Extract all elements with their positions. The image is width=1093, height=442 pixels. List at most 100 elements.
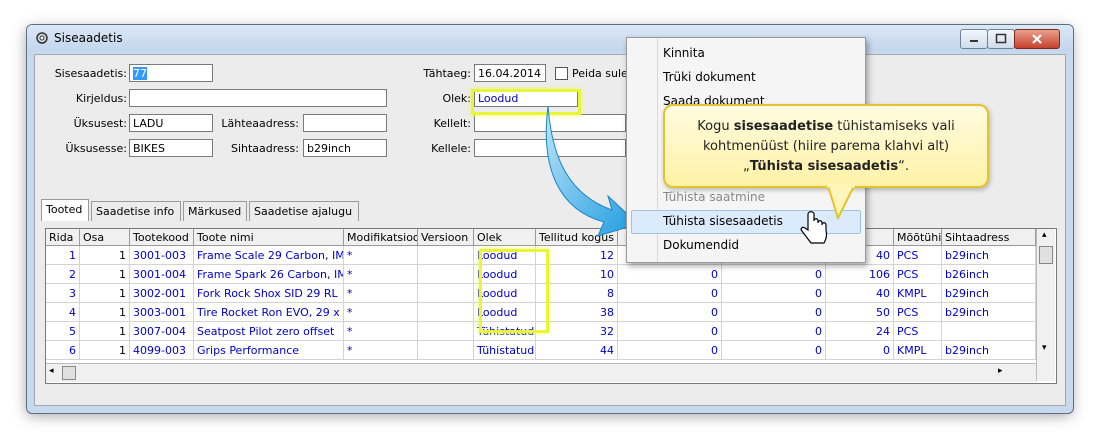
grid-cell[interactable]: Frame Scale 29 Carbon, IMI: [194, 246, 344, 265]
grid-cell[interactable]: [942, 322, 1036, 341]
grid-cell[interactable]: 3003-001: [130, 303, 194, 322]
grid-cell[interactable]: [418, 284, 474, 303]
grid-cell[interactable]: *: [344, 341, 418, 360]
grid-cell[interactable]: [418, 246, 474, 265]
scroll-right-icon[interactable]: ▸: [998, 366, 1003, 376]
uksusesse-field[interactable]: BIKES: [129, 139, 213, 157]
menu-item-kinnita[interactable]: Kinnita: [663, 46, 705, 60]
grid-cell[interactable]: *: [344, 246, 418, 265]
grid-cell[interactable]: 0: [722, 284, 826, 303]
scroll-left-icon[interactable]: ◂: [49, 366, 54, 376]
grid-cell[interactable]: 40: [826, 284, 894, 303]
grid-cell[interactable]: Frame Spark 26 Carbon, IM: [194, 265, 344, 284]
grid-cell[interactable]: Grips Performance: [194, 341, 344, 360]
siseaadetis-field[interactable]: 77: [129, 64, 213, 82]
maximize-button[interactable]: [987, 29, 1015, 49]
grid-cell[interactable]: 3001-003: [130, 246, 194, 265]
grid-cell[interactable]: b29inch: [942, 246, 1036, 265]
grid-cell[interactable]: 24: [826, 322, 894, 341]
tab-saadetise-ajalugu[interactable]: Saadetise ajalugu: [249, 201, 359, 221]
grid-cell[interactable]: 1: [46, 246, 80, 265]
grid-cell[interactable]: 1: [80, 322, 130, 341]
scroll-up-icon[interactable]: ▴: [1042, 230, 1047, 240]
grid-cell[interactable]: 3: [46, 284, 80, 303]
tab-markused[interactable]: Märkused: [183, 201, 247, 221]
grid-header-cell[interactable]: Rida: [46, 229, 80, 246]
grid-cell[interactable]: KMPL: [894, 284, 942, 303]
menu-item-tuhista-sisesaadetis[interactable]: Tühista sisesaadetis: [663, 214, 783, 228]
peida-checkbox[interactable]: [555, 67, 568, 80]
grid-cell[interactable]: PCS: [894, 265, 942, 284]
grid-cell[interactable]: 1: [80, 265, 130, 284]
grid-cell[interactable]: [418, 341, 474, 360]
grid-cell[interactable]: *: [344, 303, 418, 322]
grid-cell[interactable]: 3002-001: [130, 284, 194, 303]
v-scroll-thumb[interactable]: [1039, 246, 1053, 264]
grid-cell[interactable]: PCS: [894, 303, 942, 322]
grid-cell[interactable]: b29inch: [942, 284, 1036, 303]
grid-cell[interactable]: 0: [722, 322, 826, 341]
grid-cell[interactable]: 0: [722, 303, 826, 322]
lahteaadress-field[interactable]: [303, 114, 387, 132]
grid-cell[interactable]: [418, 303, 474, 322]
grid-cell[interactable]: KMPL: [894, 341, 942, 360]
grid-cell[interactable]: 1: [80, 246, 130, 265]
uksusest-field[interactable]: LADU: [129, 114, 213, 132]
grid-cell[interactable]: b26inch: [942, 265, 1036, 284]
grid-cell[interactable]: 50: [826, 303, 894, 322]
close-button[interactable]: [1014, 29, 1060, 49]
grid-cell[interactable]: 1: [80, 303, 130, 322]
menu-item-dokumendid[interactable]: Dokumendid: [663, 238, 739, 252]
grid-cell[interactable]: 106: [826, 265, 894, 284]
kirjeldus-field[interactable]: [129, 89, 387, 107]
grid-header-cell[interactable]: Tootekood: [130, 229, 194, 246]
grid-cell[interactable]: 1: [80, 341, 130, 360]
grid-cell[interactable]: *: [344, 265, 418, 284]
tab-tooted[interactable]: Tooted: [41, 199, 89, 221]
grid-header-cell[interactable]: Mõõtühik: [894, 229, 942, 246]
grid-cell[interactable]: 5: [46, 322, 80, 341]
grid-cell[interactable]: 0: [722, 265, 826, 284]
grid-header-cell[interactable]: Olek: [474, 229, 536, 246]
grid-cell[interactable]: Fork Rock Shox SID 29 RL: [194, 284, 344, 303]
scroll-thumb[interactable]: [62, 366, 76, 380]
grid-cell[interactable]: 3007-004: [130, 322, 194, 341]
grid-cell[interactable]: PCS: [894, 322, 942, 341]
tahtaeg-field[interactable]: 16.04.2014: [474, 64, 546, 82]
grid-header-cell[interactable]: Modifikatsioon: [344, 229, 418, 246]
grid-cell[interactable]: 0: [618, 284, 722, 303]
grid-cell[interactable]: 0: [722, 341, 826, 360]
grid-cell[interactable]: PCS: [894, 246, 942, 265]
minimize-button[interactable]: [960, 29, 988, 49]
grid-cell[interactable]: b29inch: [942, 341, 1036, 360]
vertical-scrollbar[interactable]: ▴ ▾: [1036, 229, 1055, 381]
grid-cell[interactable]: 2: [46, 265, 80, 284]
grid-cell[interactable]: Seatpost Pilot zero offset: [194, 322, 344, 341]
horizontal-scrollbar[interactable]: ◂ ▸: [46, 363, 1036, 382]
grid-cell[interactable]: *: [344, 284, 418, 303]
grid-header-cell[interactable]: Osa: [80, 229, 130, 246]
grid-cell[interactable]: [418, 265, 474, 284]
grid-cell[interactable]: 4: [46, 303, 80, 322]
grid-cell[interactable]: 4099-003: [130, 341, 194, 360]
title-bar[interactable]: Siseaadetis: [27, 25, 1073, 51]
grid-header-cell[interactable]: Sihtaadress: [942, 229, 1036, 246]
grid-header-cell[interactable]: Toote nimi: [194, 229, 344, 246]
grid-cell[interactable]: Tire Rocket Ron EVO, 29 x: [194, 303, 344, 322]
menu-item-truki-dokument[interactable]: Trüki dokument: [663, 70, 756, 84]
grid-cell[interactable]: 6: [46, 341, 80, 360]
grid-cell[interactable]: 0: [618, 303, 722, 322]
menu-item-tuhista-saatmine[interactable]: Tühista saatmine: [663, 190, 765, 204]
grid-cell[interactable]: 0: [618, 265, 722, 284]
grid-cell[interactable]: b29inch: [942, 303, 1036, 322]
scroll-down-icon[interactable]: ▾: [1042, 343, 1047, 353]
grid-cell[interactable]: 44: [536, 341, 618, 360]
grid-cell[interactable]: 3001-004: [130, 265, 194, 284]
sihtaadress-field[interactable]: b29inch: [303, 139, 387, 157]
grid-cell[interactable]: 0: [826, 341, 894, 360]
grid-cell[interactable]: *: [344, 322, 418, 341]
grid-cell[interactable]: 0: [618, 341, 722, 360]
grid-cell[interactable]: Tühistatud: [474, 341, 536, 360]
grid-cell[interactable]: 0: [618, 322, 722, 341]
grid-cell[interactable]: [418, 322, 474, 341]
